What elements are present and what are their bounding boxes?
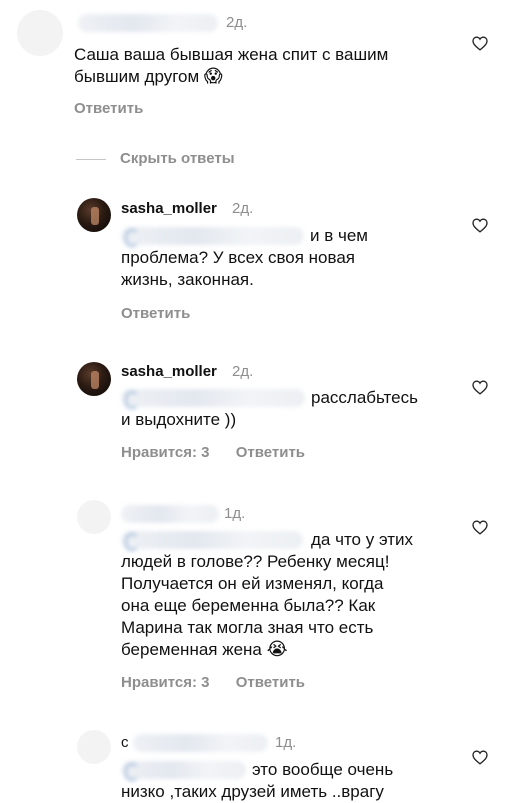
likes-count-button[interactable]: Нравится: 3 xyxy=(121,444,210,461)
comment-username[interactable]: sasha_moller xyxy=(121,200,217,217)
reply-button[interactable]: Ответить xyxy=(236,674,305,691)
comment-age: 1д. xyxy=(275,734,297,751)
username-redacted xyxy=(133,734,268,752)
comment-text: да что у этих людей в голове?? Ребенку м… xyxy=(121,530,414,660)
comment-age: 2д. xyxy=(232,363,254,380)
heart-outline-icon[interactable] xyxy=(472,218,488,233)
comment-username[interactable]: с xyxy=(121,734,129,751)
username-redacted xyxy=(78,14,218,32)
heart-outline-icon[interactable] xyxy=(472,380,488,395)
comment-username[interactable]: sasha_moller xyxy=(121,363,217,380)
avatar[interactable] xyxy=(77,198,111,232)
comment-text: и в чем проблема? У всех своя новая жизн… xyxy=(121,226,368,289)
reply-button[interactable]: Ответить xyxy=(236,444,305,461)
avatar[interactable] xyxy=(77,730,111,764)
comment-meta: Нравится: 3 Ответить xyxy=(121,444,305,461)
hide-replies-button[interactable]: Скрыть ответы xyxy=(120,150,235,167)
avatar[interactable] xyxy=(77,500,111,534)
comment-text: Саша ваша бывшая жена спит с вашим бывши… xyxy=(74,45,389,87)
avatar[interactable] xyxy=(77,362,111,396)
comment-text: расслабьтесь и выдохните )) xyxy=(121,388,418,429)
thread-divider xyxy=(76,159,106,160)
comment-age: 2д. xyxy=(226,14,248,31)
comment-age: 1д. xyxy=(224,505,246,522)
avatar[interactable] xyxy=(17,10,63,56)
reply-button[interactable]: Ответить xyxy=(74,100,143,117)
likes-count-button[interactable]: Нравится: 3 xyxy=(121,674,210,691)
username-redacted xyxy=(121,505,219,523)
comment-text: это вообще очень низко ,таких друзей име… xyxy=(121,760,394,801)
heart-outline-icon[interactable] xyxy=(472,36,488,51)
heart-outline-icon[interactable] xyxy=(472,750,488,765)
crying-emoji: 😭 xyxy=(266,639,288,660)
reply-button[interactable]: Ответить xyxy=(121,305,190,322)
scream-emoji: 😱 xyxy=(203,66,223,87)
heart-outline-icon[interactable] xyxy=(472,520,488,535)
comment-meta: Нравится: 3 Ответить xyxy=(121,674,305,691)
comment-age: 2д. xyxy=(232,200,254,217)
